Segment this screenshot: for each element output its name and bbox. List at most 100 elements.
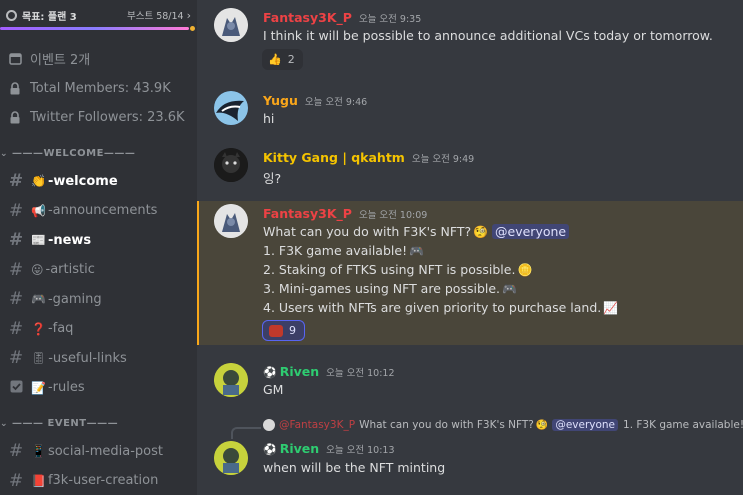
username[interactable]: Fantasy3K_P [263,206,352,221]
reaction-custom[interactable]: 9 [262,320,305,341]
hash-icon: # [8,441,24,462]
gamepad-emoji: 🎮 [502,282,517,296]
timestamp: 오늘 오전 10:09 [358,210,428,221]
tongue-face-emoji: 😛 [31,262,44,277]
channel-sidebar: 목표: 플랜 3 부스트 58/14 › 이벤트 2개 Total Member… [0,0,197,495]
chevron-right-icon: › [186,8,191,22]
question-emoji: ❓ [31,321,46,336]
chart-increasing-emoji: 📈 [603,301,619,315]
channel-social-media-post[interactable]: # 📱 social-media-post [0,437,197,467]
monocle-emoji: 🧐 [473,225,489,239]
reply-text: What can you do with F3K's NFT? [359,419,534,431]
hash-icon: # [8,289,24,310]
slider-emoji: 🎚 [31,351,47,366]
username[interactable]: Yugu [263,93,298,108]
boost-progress-bar [0,26,195,31]
twitter-followers-item[interactable]: Twitter Followers: 23.6K [0,103,197,133]
channel-label: social-media-post [47,443,163,459]
category-welcome-label: ———WELCOME——— [12,148,136,159]
hash-icon: # [8,470,24,491]
channel-news[interactable]: # 📰 -news [0,226,197,256]
soccer-ball-icon: ⚽ [263,366,277,379]
avatar[interactable] [214,363,248,397]
message-line: What can you do with F3K's NFT? 🧐 @everyo… [263,224,570,239]
message-line: 4. Users with NFTs are given priority to… [263,300,618,315]
hash-icon: # [8,348,24,369]
events-label: 이벤트 2개 [30,53,91,69]
message-header: ⚽ Riven 오늘 오전 10:12 [263,364,395,379]
line-text: 4. Users with NFTs are given priority to… [263,300,602,315]
channel-faq[interactable]: # ❓ -faq [0,314,197,344]
server-boost-goal[interactable]: 목표: 플랜 3 부스트 58/14 › [0,0,197,31]
reaction-count: 9 [289,324,296,337]
channel-label: -rules [47,380,85,396]
username[interactable]: Riven [280,364,319,379]
lock-icon [8,111,22,124]
category-event-label: ——— EVENT——— [12,418,119,429]
coin-emoji: 🪙 [517,263,533,277]
channel-rules[interactable]: 📝 -rules [0,373,197,403]
message-header: Yugu 오늘 오전 9:46 [263,93,367,108]
total-members-item[interactable]: Total Members: 43.9K [0,74,197,104]
timestamp: 오늘 오전 9:35 [358,14,422,25]
channel-announcements[interactable]: # 📢 -announcements [0,196,197,226]
username[interactable]: Riven [280,441,319,456]
reaction-thumbs-up[interactable]: 👍 2 [262,49,303,70]
category-welcome[interactable]: ⌄ ———WELCOME——— [0,141,197,167]
timestamp: 오늘 오전 10:12 [326,368,395,379]
message-header: Fantasy3K_P 오늘 오전 9:35 [263,10,421,25]
username[interactable]: Kitty Gang | qkahtm [263,150,405,165]
memo-emoji: 📝 [31,380,46,395]
message-text: I think it will be possible to announce … [263,28,713,43]
avatar[interactable] [214,8,248,42]
channel-label: f3k-user-creation [47,473,159,489]
avatar[interactable] [214,441,248,475]
hash-icon: # [8,230,24,251]
channel-label: -announcements [47,203,158,219]
goal-label: 목표: 플랜 3 [22,11,77,23]
message-list: Fantasy3K_P 오늘 오전 9:35 I think it will b… [197,0,743,495]
message-header: Kitty Gang | qkahtm 오늘 오전 9:49 [263,150,474,165]
channel-f3k-user-creation[interactable]: # 📕 f3k-user-creation [0,466,197,495]
category-event[interactable]: ⌄ ——— EVENT——— [0,411,197,437]
chevron-down-icon: ⌄ [0,418,9,429]
boost-count: 부스트 58/14 [126,11,184,22]
line-text: What can you do with F3K's NFT? [263,224,472,239]
message-text: hi [263,111,275,126]
channel-gaming[interactable]: # 🎮 -gaming [0,285,197,315]
everyone-mention[interactable]: @everyone [492,224,570,239]
goal-icon [6,9,17,21]
username[interactable]: Fantasy3K_P [263,10,352,25]
chevron-down-icon: ⌄ [0,148,9,159]
newspaper-emoji: 📰 [31,233,46,248]
message-line: 2. Staking of FTKS using NFT is possible… [263,262,532,277]
channel-useful-links[interactable]: # 🎚 -useful-links [0,344,197,374]
avatar[interactable] [214,204,248,238]
timestamp: 오늘 오전 10:13 [326,445,395,456]
reply-preview[interactable]: @Fantasy3K_P What can you do with F3K's … [263,419,743,431]
timestamp: 오늘 오전 9:46 [304,97,368,108]
reaction-count: 2 [287,53,295,66]
timestamp: 오늘 오전 9:49 [411,154,475,165]
discord-window: 목표: 플랜 3 부스트 58/14 › 이벤트 2개 Total Member… [0,0,743,495]
monocle-emoji: 🧐 [535,419,549,431]
channel-label: -artistic [45,262,95,278]
reply-tail: 1. F3K game available! [623,419,743,431]
reply-connector [231,427,261,439]
reply-avatar [263,419,275,431]
thumbs-up-emoji: 👍 [268,53,282,66]
channel-label: -faq [47,321,74,337]
hash-icon: # [8,171,24,192]
channel-artistic[interactable]: # 😛 -artistic [0,255,197,285]
hash-icon: # [8,318,24,339]
lock-icon [8,82,22,95]
avatar[interactable] [214,91,248,125]
twitter-followers-label: Twitter Followers: 23.6K [30,110,185,126]
channel-label: -news [47,232,92,248]
events-item[interactable]: 이벤트 2개 [0,44,197,74]
avatar[interactable] [214,148,248,182]
channel-welcome[interactable]: # 👏 -welcome [0,167,197,197]
book-emoji: 📕 [31,473,46,488]
checkbox-icon [8,378,24,398]
hash-icon: # [8,259,24,280]
